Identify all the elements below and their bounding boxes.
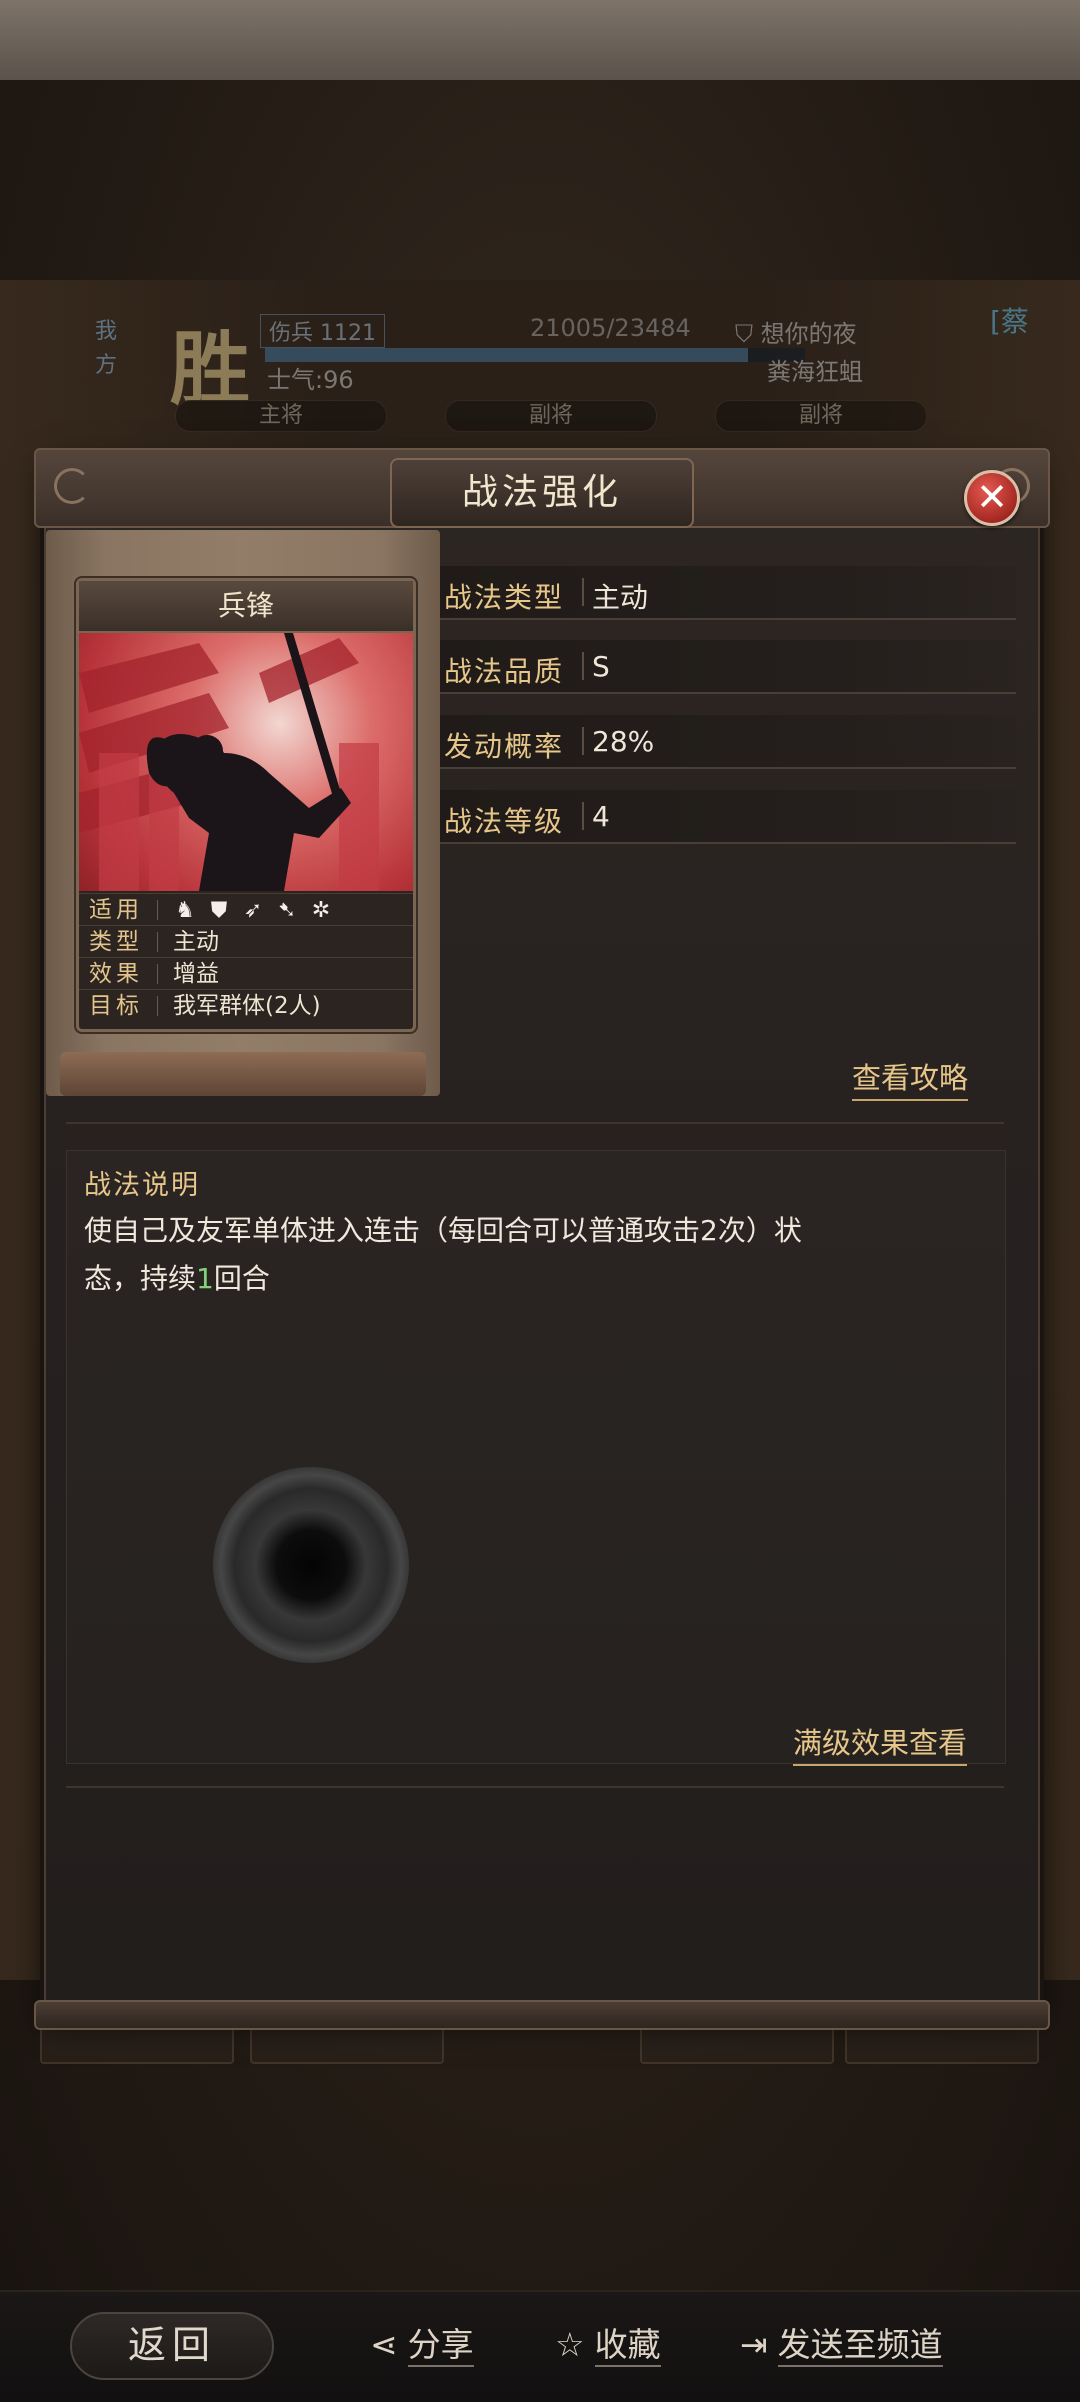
max-level-effect-link[interactable]: 满级效果查看	[793, 1720, 968, 1766]
apply-icons: ♞ ⛊ ➶ ➷ ✲	[171, 894, 341, 927]
info-row-skill-quality: 战法品质 S	[440, 640, 1016, 694]
row-separator	[582, 727, 584, 755]
skill-level-label: 战法等级	[444, 805, 565, 838]
wounded-count: 伤兵 1121	[260, 314, 385, 348]
battle-report-header: 我方 胜 伤兵 1121 21005/23484 士气:96 ⛉ 想你的夜 粪海…	[95, 300, 1055, 450]
view-strategy-link[interactable]: 查看攻略	[852, 1055, 969, 1101]
description-line-1: 使自己及友军单体进入连击（每回合可以普通攻击2次）状	[84, 1214, 802, 1247]
description-line-2-part1: 态，持续	[84, 1262, 197, 1295]
enemy-name: ⛉ 想你的夜	[735, 320, 857, 348]
role-main-general: 主将	[175, 400, 387, 432]
skill-type-label: 战法类型	[444, 581, 565, 614]
row-separator	[157, 900, 158, 920]
dialog-footer-frame	[34, 2000, 1050, 2030]
target-value: 我军群体(2人)	[173, 993, 321, 1019]
skill-type-value: 主动	[592, 581, 649, 614]
close-button[interactable]: ✕	[964, 470, 1020, 526]
skill-illustration	[79, 633, 413, 891]
send-to-channel-button[interactable]: ⇥ 发送至频道	[740, 2320, 943, 2370]
back-button[interactable]: 返回	[70, 2312, 274, 2380]
role-row: 主将 副将 副将	[175, 400, 955, 434]
row-separator	[157, 932, 158, 952]
card-row-target: 目标 我军群体(2人)	[79, 989, 413, 1022]
section-divider-bottom	[66, 1786, 1004, 1788]
side-label: 我方	[95, 319, 118, 378]
share-button[interactable]: ⋖ 分享	[370, 2320, 474, 2370]
dialog-title: 战法强化	[390, 458, 694, 528]
effect-value: 增益	[173, 961, 219, 987]
skill-quality-label: 战法品质	[444, 655, 565, 688]
role-vice-general-1: 副将	[445, 400, 657, 432]
card-row-effect: 效果 增益	[79, 957, 413, 990]
description-title: 战法说明	[84, 1170, 200, 1201]
loading-vortex	[213, 1467, 409, 1663]
alliance-tag: [蔡	[990, 305, 1029, 338]
share-icon: ⋖	[370, 2325, 398, 2364]
top-background	[0, 0, 1080, 80]
type-value: 主动	[173, 929, 219, 955]
section-divider	[66, 1122, 1004, 1124]
enemy-faction: 粪海狂蛆	[767, 358, 863, 386]
row-separator	[582, 578, 584, 606]
wheel-icon: ✲	[311, 898, 331, 923]
type-label: 类型	[89, 929, 143, 955]
effect-label: 效果	[89, 961, 143, 987]
row-separator	[582, 802, 584, 830]
morale-text: 士气:96	[267, 366, 354, 394]
shield-icon: ⛊	[210, 898, 228, 923]
role-vice-general-2: 副将	[715, 400, 927, 432]
description-line-2-part2: 回合	[213, 1262, 270, 1295]
info-row-trigger-rate: 发动概率 28%	[440, 715, 1016, 769]
bow-icon: ➶	[243, 898, 263, 923]
scroll-rod	[60, 1052, 426, 1096]
skill-quality-value: S	[592, 650, 610, 683]
favorite-button[interactable]: ☆ 收藏	[555, 2320, 661, 2370]
share-label: 分享	[407, 2325, 474, 2367]
send-icon: ⇥	[740, 2325, 768, 2364]
row-separator	[582, 652, 584, 680]
target-label: 目标	[89, 993, 143, 1019]
description-text: 使自己及友军单体进入连击（每回合可以普通攻击2次）状 态，持续1回合	[84, 1207, 964, 1303]
troop-hp: 21005/23484	[530, 314, 691, 342]
spear-icon: ➷	[277, 898, 297, 923]
trigger-rate-value: 28%	[592, 725, 655, 758]
send-label: 发送至频道	[777, 2325, 943, 2367]
favorite-label: 收藏	[594, 2325, 661, 2367]
row-separator	[157, 964, 158, 984]
trigger-rate-label: 发动概率	[444, 730, 565, 763]
cavalry-icon: ♞	[175, 898, 195, 923]
star-icon: ☆	[555, 2325, 585, 2364]
info-row-skill-type: 战法类型 主动	[440, 566, 1016, 620]
row-separator	[157, 996, 158, 1016]
apply-label: 适用	[89, 897, 143, 923]
skill-card: 兵锋 适用 ♞ ⛊ ➶ ➷ ✲ 类型 主动 效果 增益 目标 我军群体(2人)	[76, 578, 416, 1032]
duration-highlight: 1	[196, 1262, 214, 1295]
skill-level-value: 4	[592, 800, 610, 833]
description-line-2: 态，持续1回合	[84, 1255, 964, 1303]
skill-name: 兵锋	[79, 581, 413, 633]
card-row-type: 类型 主动	[79, 925, 413, 958]
info-row-skill-level: 战法等级 4	[440, 790, 1016, 844]
card-row-apply: 适用 ♞ ⛊ ➶ ➷ ✲	[79, 893, 413, 926]
